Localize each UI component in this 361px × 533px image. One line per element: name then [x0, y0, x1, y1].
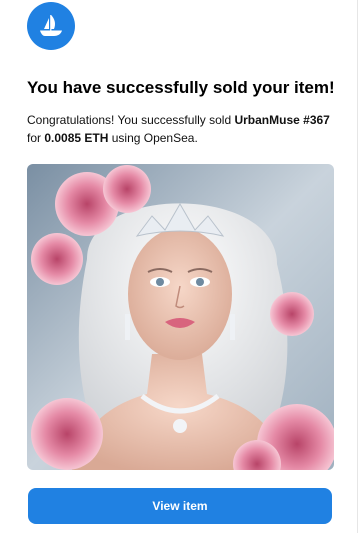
message-suffix: using OpenSea. — [108, 131, 198, 145]
view-item-button[interactable]: View item — [28, 488, 332, 524]
message-price-prefix: for — [27, 131, 45, 145]
sale-price: 0.0085 ETH — [44, 131, 109, 145]
item-name: UrbanMuse #367 — [234, 113, 330, 127]
nft-image[interactable] — [27, 164, 334, 470]
divider — [357, 0, 358, 533]
email-body: You have successfully sold your item! Co… — [0, 0, 361, 533]
email-headline: You have successfully sold your item! — [27, 78, 335, 97]
sale-message: Congratulations! You successfully sold U… — [27, 111, 337, 147]
message-intro: Congratulations! You successfully sold — [27, 113, 235, 127]
opensea-logo-icon[interactable] — [27, 2, 75, 50]
